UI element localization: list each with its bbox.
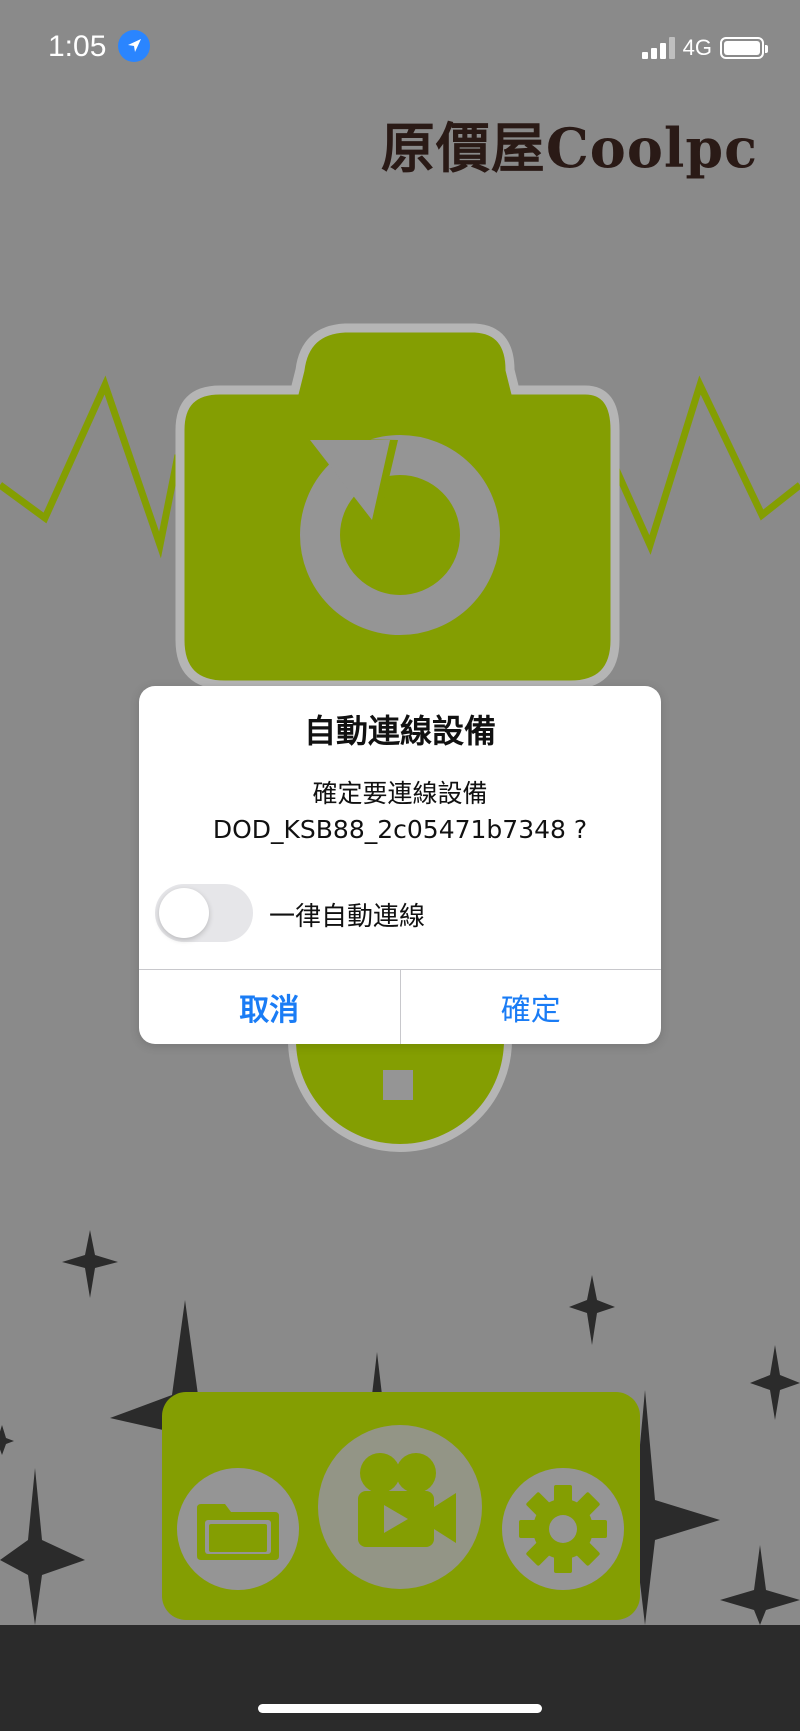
bottom-system-bar [0, 1625, 800, 1731]
network-label: 4G [682, 35, 712, 60]
toggle-knob [159, 888, 209, 938]
dialog-message-line1: 確定要連線設備 [312, 779, 488, 808]
battery-icon [720, 37, 768, 59]
folder-button[interactable] [177, 1468, 299, 1590]
dialog-button-row: 取消 確定 [139, 969, 661, 1044]
settings-button[interactable] [502, 1468, 624, 1590]
cancel-button[interactable]: 取消 [139, 970, 401, 1044]
folder-icon [197, 1504, 279, 1560]
camera-refresh-icon [175, 323, 620, 690]
coolpc-logo: 原價屋Coolpc [381, 104, 758, 183]
logo-text: 原價屋Coolpc [380, 116, 758, 180]
waveform-left [0, 375, 182, 559]
location-arrow-icon [118, 30, 150, 62]
signal-icon [641, 37, 675, 59]
dialog-message-device: DOD_KSB88_2c05471b7348 ? [212, 815, 588, 844]
home-indicator[interactable] [258, 1704, 542, 1713]
video-record-button[interactable] [318, 1425, 482, 1589]
dialog-message: 確定要連線設備 DOD_KSB88_2c05471b7348 ? [139, 776, 661, 848]
video-camera-icon [358, 1453, 456, 1547]
settings-icon [519, 1485, 607, 1573]
dialog-title: 自動連線設備 [303, 712, 496, 750]
auto-connect-toggle[interactable] [155, 884, 253, 942]
auto-connect-dialog: 自動連線設備 確定要連線設備 DOD_KSB88_2c05471b7348 ? … [139, 686, 661, 1044]
status-indicators: 4G [641, 34, 768, 62]
waveform-right [608, 375, 800, 555]
confirm-button[interactable]: 確定 [401, 970, 662, 1044]
auto-connect-label: 一律自動連線 [269, 902, 426, 932]
status-time: 1:05 [48, 30, 107, 63]
